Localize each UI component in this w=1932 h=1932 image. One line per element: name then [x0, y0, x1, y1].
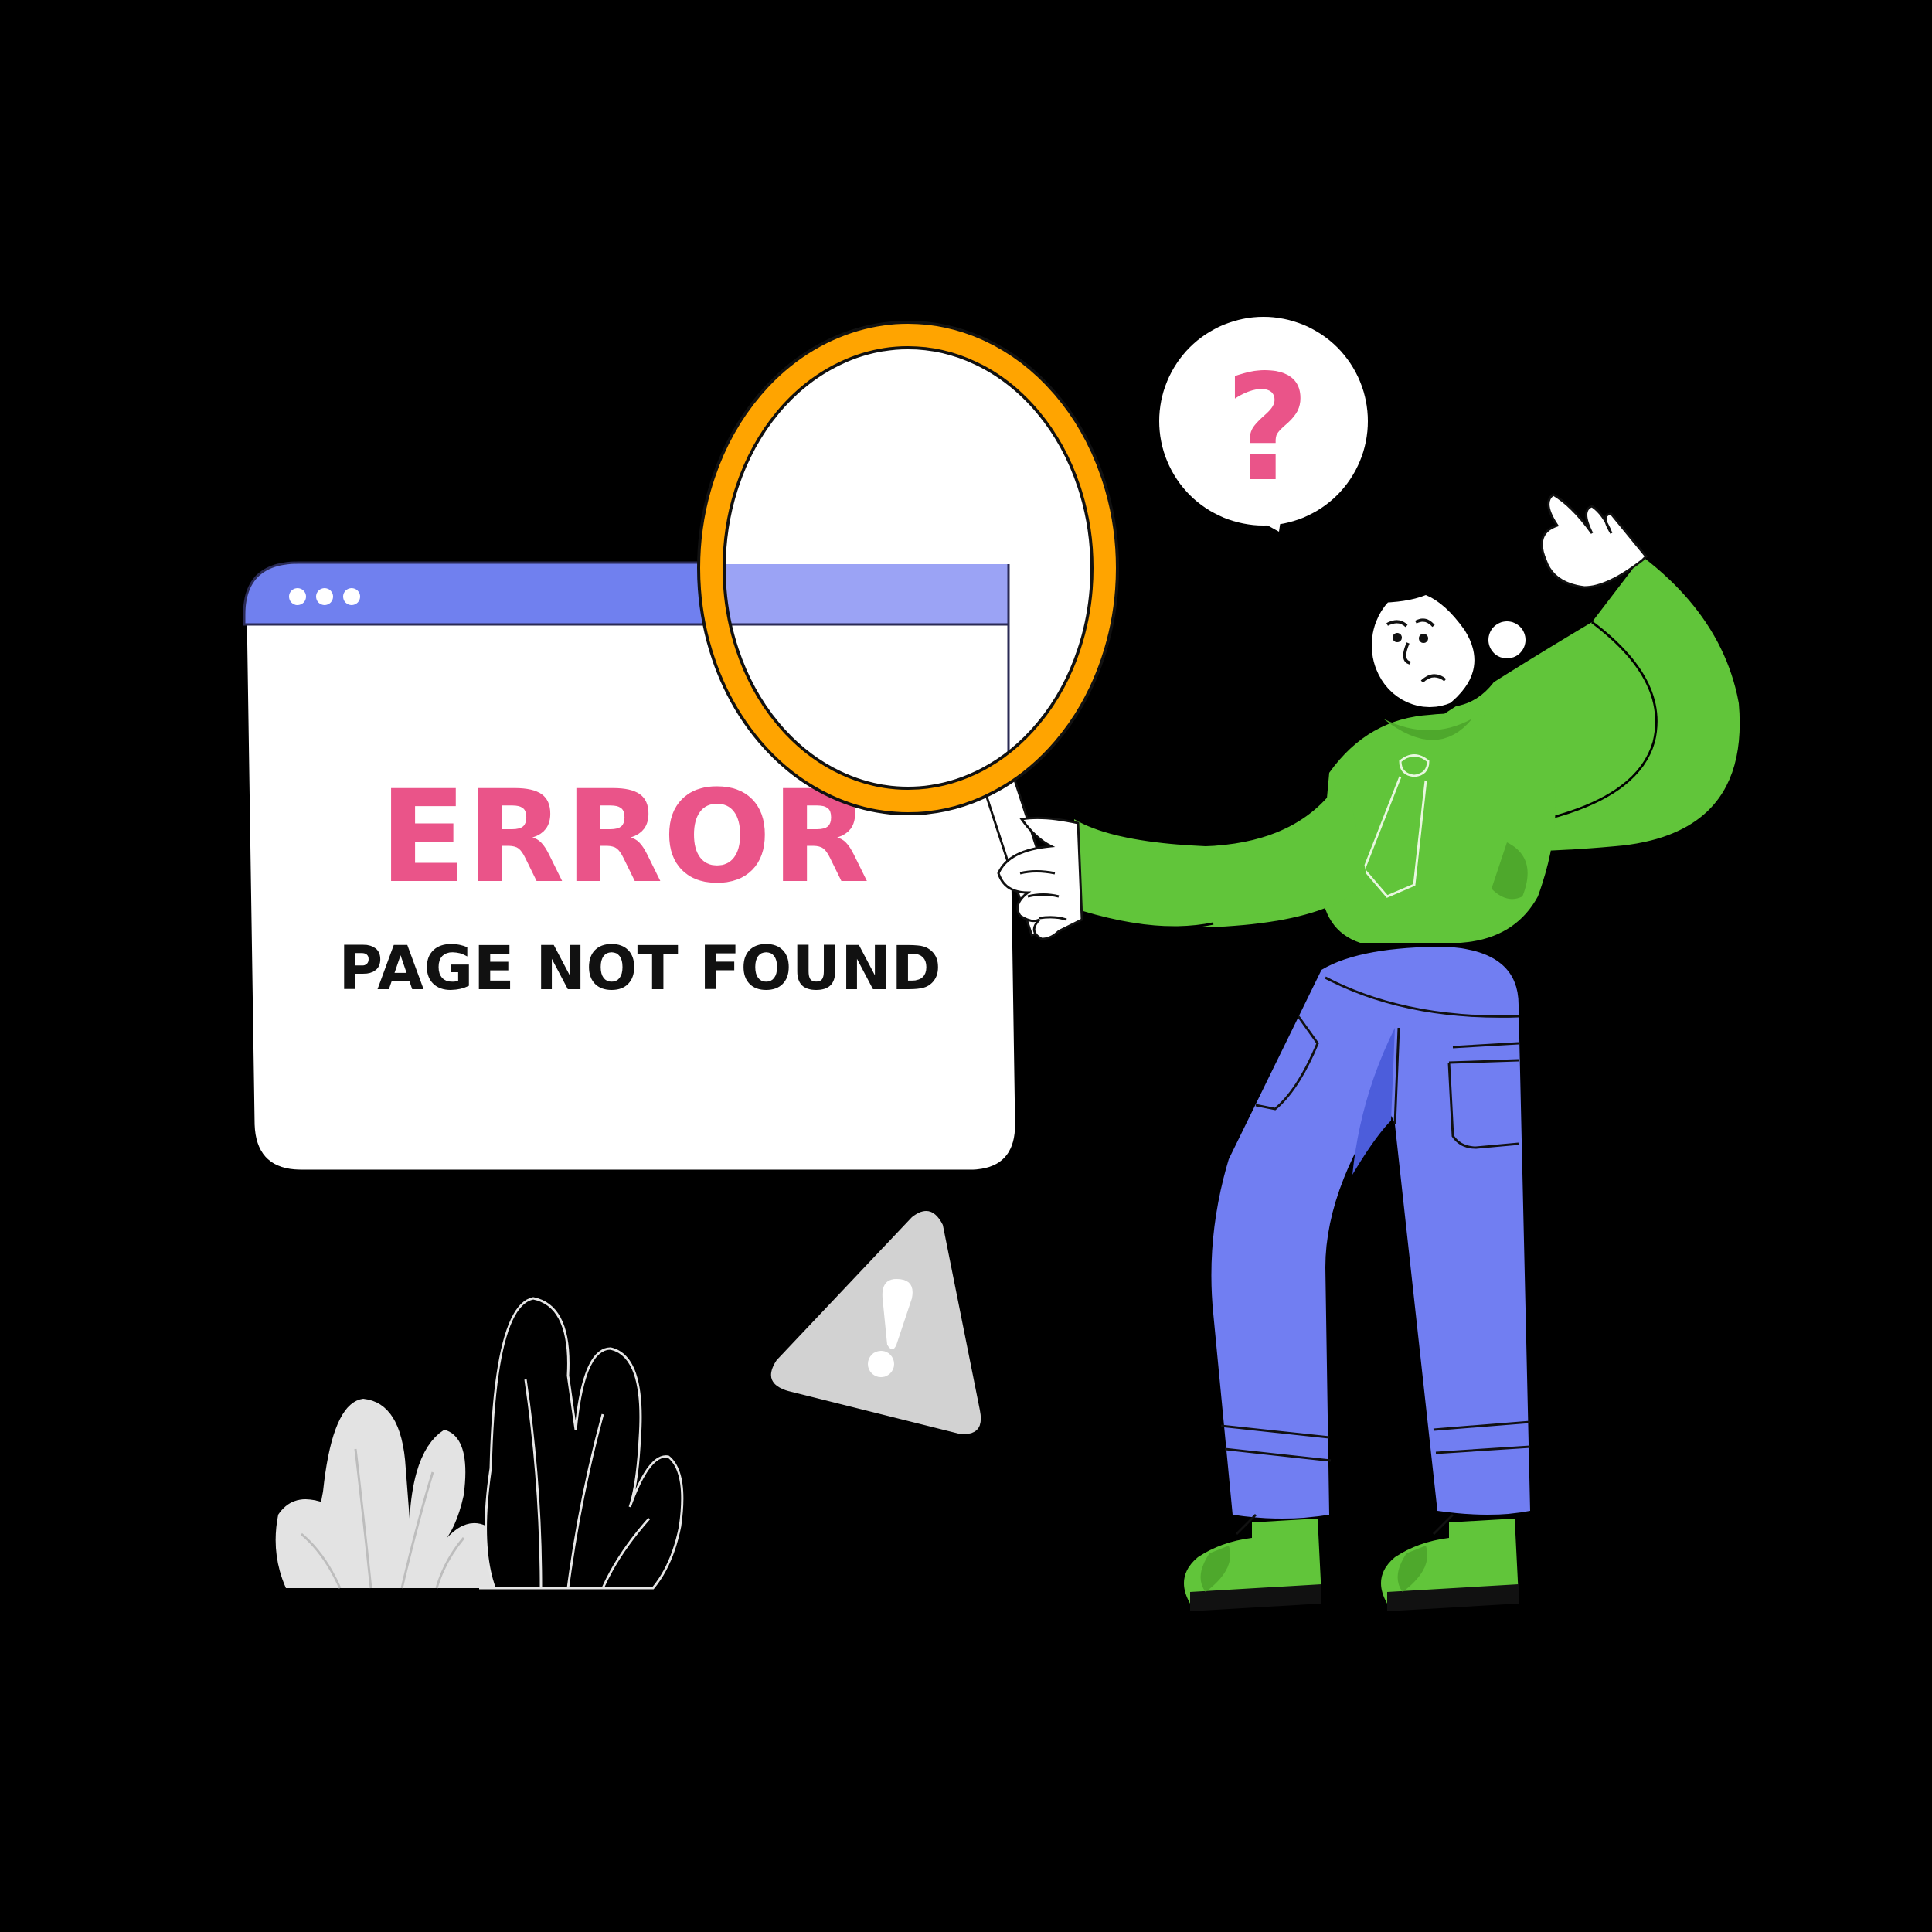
warning-sign — [770, 1211, 981, 1434]
speech-bubble: ? — [1159, 317, 1368, 532]
window-dot-2 — [316, 588, 333, 605]
right-shoe — [1381, 1513, 1519, 1611]
error-title: ERROR — [379, 763, 869, 911]
plants — [275, 1297, 684, 1590]
hair-bun — [1488, 621, 1526, 658]
illustration-canvas: ERROR PAGE NOT FOUND ? — [243, 317, 1740, 1611]
window-dot-3 — [343, 588, 360, 605]
plant-light — [275, 1399, 499, 1589]
error-404-illustration: ERROR PAGE NOT FOUND ? — [0, 0, 1932, 1932]
error-subtitle: PAGE NOT FOUND — [338, 934, 941, 1004]
warning-triangle — [770, 1211, 981, 1434]
pointing-arm — [1074, 773, 1368, 927]
left-shoe — [1184, 1513, 1321, 1611]
pants — [1211, 947, 1530, 1519]
confused-character — [997, 493, 1740, 1611]
question-mark: ? — [1225, 343, 1310, 514]
window-dot-1 — [289, 588, 306, 605]
plant-outline — [479, 1297, 684, 1590]
